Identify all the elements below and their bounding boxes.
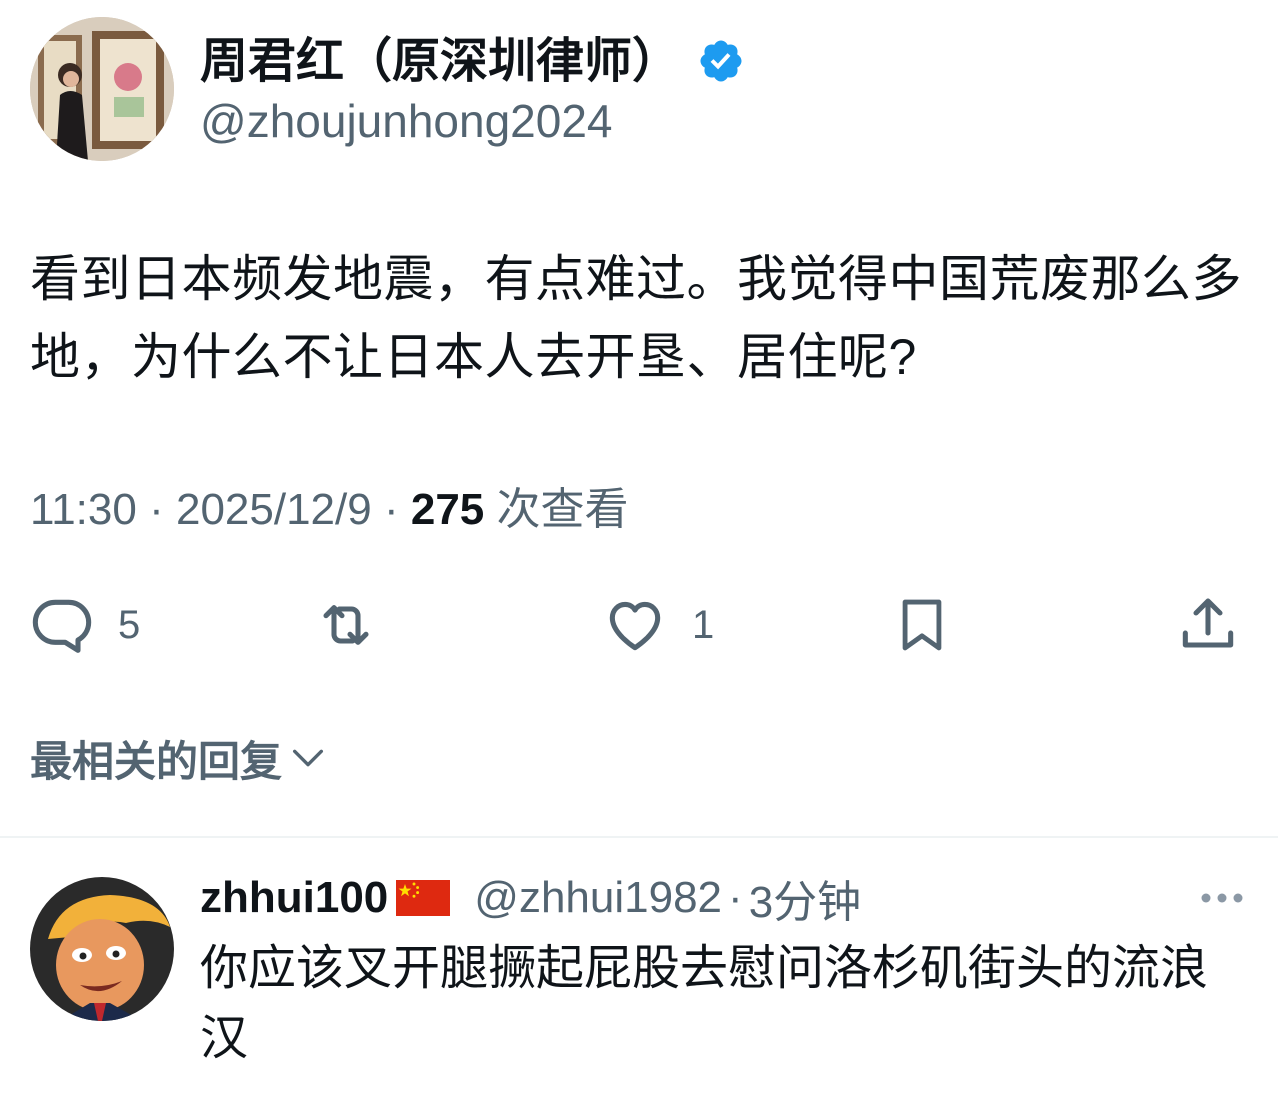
meta-separator: ·: [149, 485, 164, 534]
bookmark-button[interactable]: [893, 592, 951, 658]
retweet-icon: [323, 605, 369, 645]
tweet-meta: 11:30 · 2025/12/9 · 275 次查看: [30, 482, 629, 538]
reply-timestamp[interactable]: 3分钟: [749, 866, 861, 930]
reply-avatar[interactable]: [30, 877, 174, 1021]
more-options-icon[interactable]: [1198, 890, 1246, 906]
tweet-time[interactable]: 11:30: [30, 485, 137, 534]
reply-separator: ·: [728, 873, 743, 922]
reply-text: 你应该叉开腿撅起屁股去慰问洛杉矶街头的流浪汉: [200, 942, 1209, 1065]
like-button[interactable]: 1: [602, 592, 714, 658]
reply-header: zhhui100 @zhhui1982 · 3分钟: [200, 870, 861, 927]
share-icon: [1182, 598, 1234, 648]
author-avatar-image: [30, 17, 174, 161]
author-avatar[interactable]: [30, 17, 174, 161]
reply-button[interactable]: 5: [30, 592, 140, 658]
views-count[interactable]: 275: [411, 485, 484, 534]
reply-author-name[interactable]: zhhui100: [200, 873, 388, 923]
verified-badge-icon: [700, 40, 742, 82]
reply-icon: [32, 599, 92, 653]
meta-separator: ·: [383, 485, 399, 534]
chevron-down-icon: [293, 749, 324, 767]
views-label[interactable]: 次查看: [497, 485, 629, 534]
reply-author-handle[interactable]: @zhhui1982: [474, 873, 722, 923]
tweet-text: 看到日本频发地震，有点难过。我觉得中国荒废那么多地，为什么不让日本人去开垦、居住…: [30, 251, 1242, 385]
bookmark-icon: [902, 599, 942, 651]
share-button[interactable]: [1176, 592, 1240, 658]
author-handle[interactable]: @zhoujunhong2024: [200, 94, 613, 148]
replies-sort-label: 最相关的回复: [30, 737, 283, 785]
author-name[interactable]: 周君红（原深圳律师）: [200, 34, 680, 90]
heart-icon: [609, 601, 661, 651]
retweet-button[interactable]: [310, 592, 382, 658]
reply-count: 5: [118, 602, 141, 647]
replies-sort-dropdown[interactable]: 最相关的回复: [30, 730, 328, 786]
tweet-date[interactable]: 2025/12/9: [176, 485, 372, 534]
china-flag-icon: [396, 880, 451, 916]
reply-avatar-image: [30, 877, 174, 1021]
like-count: 1: [692, 602, 715, 647]
divider: [0, 836, 1278, 838]
